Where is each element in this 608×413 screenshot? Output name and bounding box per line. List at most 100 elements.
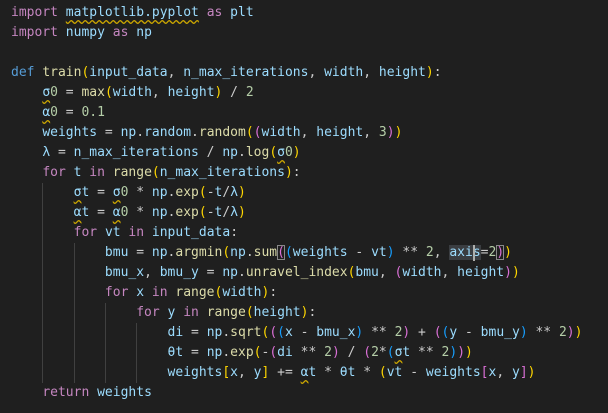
code-token: )	[504, 265, 512, 280]
code-token: as	[206, 5, 223, 20]
code-token: x	[230, 365, 238, 380]
code-token: ,	[363, 125, 379, 140]
code-token: )	[386, 245, 395, 260]
code-token: λ	[230, 205, 239, 220]
code-token: input_data	[151, 225, 231, 240]
code-token: (	[284, 245, 293, 260]
code-token: =	[198, 265, 223, 280]
code-token: unravel_index	[245, 265, 348, 280]
code-token: **	[394, 245, 426, 260]
code-token: **	[527, 325, 559, 340]
code-token: bmu	[355, 265, 379, 280]
code-token: vt	[386, 365, 403, 380]
code-token: .	[222, 345, 231, 360]
code-token: 0	[50, 105, 58, 120]
code-token: θt	[339, 365, 356, 380]
code-token: ,	[238, 365, 254, 380]
code-token: max	[81, 85, 105, 100]
code-token: np	[120, 125, 137, 140]
code-token: 2	[425, 245, 434, 260]
code-token: .	[222, 325, 231, 340]
code-token: in	[128, 225, 145, 240]
text-cursor	[472, 245, 475, 261]
code-token: (	[253, 125, 262, 140]
code-token: di	[277, 345, 293, 360]
code-token: def	[11, 65, 35, 80]
code-token: (	[378, 365, 387, 380]
code-token: -	[457, 325, 481, 340]
code-token: +	[410, 325, 434, 340]
code-token: )	[331, 345, 340, 360]
code-token: weights	[42, 125, 98, 140]
code-token: (	[245, 125, 254, 140]
code-token: (	[198, 185, 207, 200]
code-token: return	[42, 385, 90, 400]
code-line: θt = np.exp(-(di ** 2) / (2*(σt ** 2)))	[11, 343, 473, 363]
code-token: ,	[363, 65, 379, 80]
code-token: bmu	[104, 245, 129, 260]
code-token: (	[386, 345, 395, 360]
code-token: vt	[371, 245, 387, 260]
code-token: *	[378, 345, 387, 360]
code-token: )	[566, 325, 575, 340]
code-token: bmu_x	[316, 325, 356, 340]
code-token: ,	[300, 125, 317, 140]
code-token: [	[222, 365, 231, 380]
code-token: train	[42, 65, 82, 80]
code-token: x	[284, 325, 293, 340]
code-token: )	[457, 345, 466, 360]
code-token: height	[316, 125, 364, 140]
code-token: /	[339, 345, 364, 360]
code-token: .	[136, 125, 145, 140]
code-token: **	[292, 345, 325, 360]
code-token: 2	[558, 325, 567, 340]
code-token: in	[89, 165, 105, 180]
code-token: (	[433, 325, 442, 340]
code-token: range	[206, 305, 246, 320]
code-line: σ0 = max(width, height) / 2	[11, 83, 254, 103]
code-token: ,	[308, 65, 325, 80]
code-token: .	[191, 125, 199, 140]
code-token: )	[527, 365, 536, 380]
code-token: np	[222, 265, 238, 280]
code-token: **	[410, 345, 442, 360]
code-token: height	[378, 65, 426, 80]
code-token: (	[277, 325, 285, 340]
code-token: )	[425, 65, 434, 80]
code-token: n_max_iterations	[183, 65, 309, 80]
code-token: (	[277, 245, 285, 260]
code-token: (	[151, 165, 160, 180]
code-token: =	[97, 125, 121, 140]
code-token: )	[238, 205, 246, 220]
code-token: 2	[245, 85, 254, 100]
code-token: σ	[42, 85, 51, 100]
code-token: =	[480, 245, 489, 260]
code-token: n_max_iterations	[73, 145, 199, 160]
code-token: random	[144, 125, 192, 140]
code-token: .	[238, 145, 246, 160]
code-token: )	[511, 265, 520, 280]
code-token: as	[112, 25, 129, 40]
code-editor[interactable]: import matplotlib.pyplot as plt import nu…	[0, 0, 608, 413]
code-line: for vt in input_data:	[11, 223, 238, 243]
code-token: )	[519, 325, 528, 340]
code-token: np	[230, 245, 246, 260]
code-token: for	[42, 165, 66, 180]
code-token: θt	[167, 345, 184, 360]
code-line: for t in range(n_max_iterations):	[11, 163, 300, 183]
code-token: =	[57, 105, 82, 120]
code-token: ,	[496, 365, 512, 380]
code-token: width	[261, 125, 301, 140]
code-token: :	[433, 65, 442, 80]
code-token: λ	[42, 145, 51, 160]
code-token: exp	[230, 345, 254, 360]
code-line: λ = n_max_iterations / np.log(σ0)	[11, 143, 300, 163]
code-token: /	[198, 145, 223, 160]
